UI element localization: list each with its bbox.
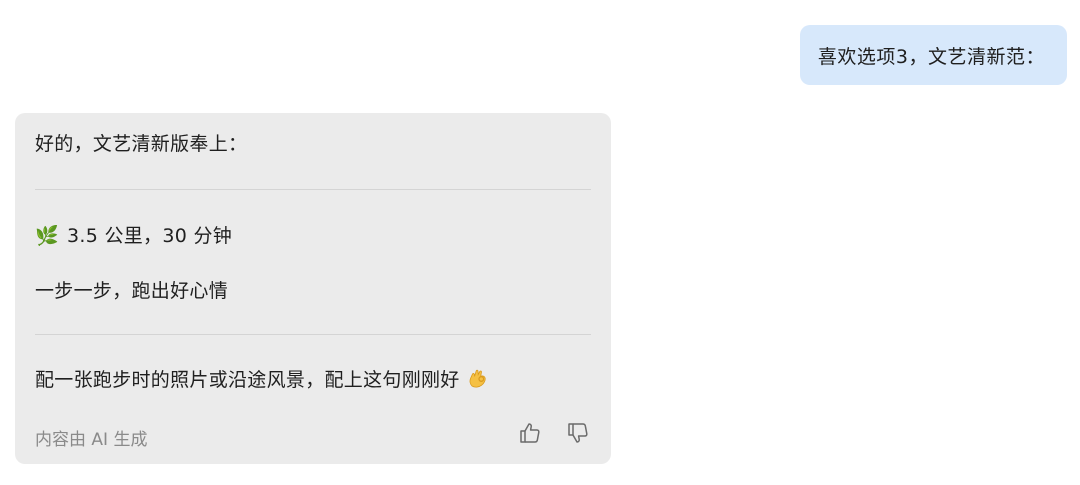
ai-reply-slogan-text: 一步一步，跑出好心情 [35,280,229,302]
like-button[interactable] [517,420,543,446]
herb-icon: 🌿 [35,225,59,247]
ai-reply-slogan: 一步一步，跑出好心情 [35,276,228,303]
user-message-text: 喜欢选项3，文艺清新范： [817,45,1045,68]
thumbs-down-icon [568,423,588,443]
chat-view: 喜欢选项3，文艺清新范： 好的，文艺清新版奉上： 🌿 3.5 公里，30 分钟 一… [0,0,1080,485]
ai-generated-note: 内容由 AI 生成 [35,430,148,450]
thumbs-up-icon [520,423,540,443]
ai-reply-intro-text: 好的，文艺清新版奉上： [35,133,248,155]
feedback-actions [517,420,591,446]
ok-hand-icon [469,369,486,388]
ai-reply-stat-text: 3.5 公里，30 分钟 [67,225,233,247]
ai-reply-tip: 配一张跑步时的照片或沿途风景，配上这句刚刚好 [35,365,490,392]
ai-reply-card: 好的，文艺清新版奉上： 🌿 3.5 公里，30 分钟 一步一步，跑出好心情 配一张… [15,113,611,464]
divider [35,334,591,335]
dislike-button[interactable] [565,420,591,446]
ai-reply-stat-line: 🌿 3.5 公里，30 分钟 [35,221,232,248]
divider [35,189,591,190]
ai-reply-tip-text: 配一张跑步时的照片或沿途风景，配上这句刚刚好 [35,369,460,391]
user-message-bubble: 喜欢选项3，文艺清新范： [799,25,1067,85]
ai-reply-intro: 好的，文艺清新版奉上： [35,129,247,156]
